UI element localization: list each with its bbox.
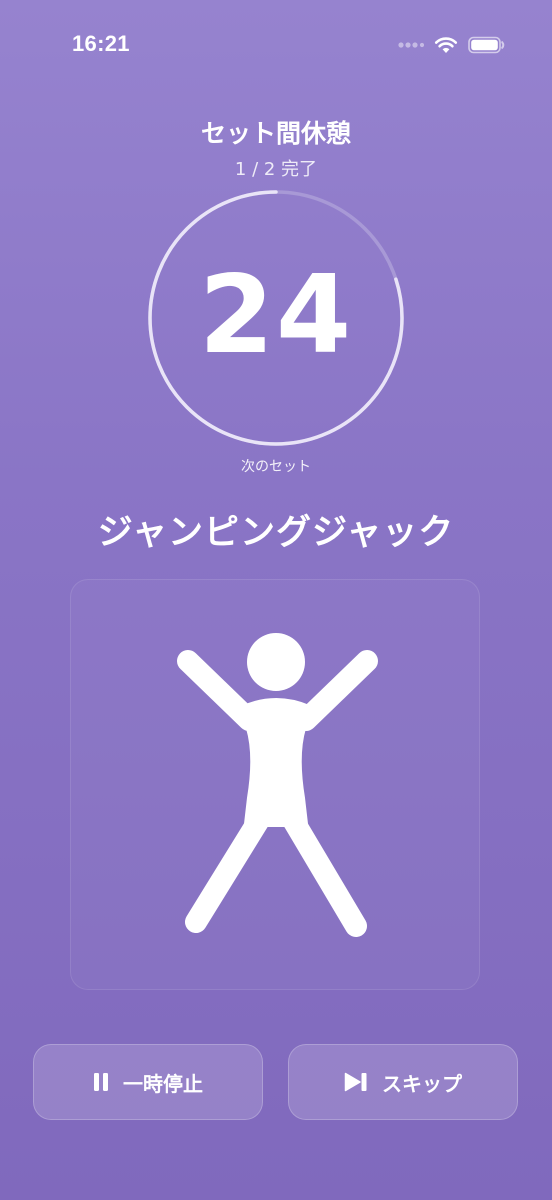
pause-icon: [93, 1072, 109, 1092]
status-icons: [398, 34, 506, 56]
skip-button[interactable]: スキップ: [288, 1044, 518, 1120]
wifi-icon: [434, 37, 458, 53]
exercise-illustration-card: [70, 579, 480, 990]
next-set-label: 次のセット: [241, 459, 311, 475]
jumping-jack-figure-icon: [177, 633, 378, 937]
skip-button-label: スキップ: [382, 1071, 462, 1096]
countdown-number: 24: [198, 252, 354, 378]
skip-forward-icon: [344, 1072, 368, 1092]
next-exercise-name: ジャンピングジャック: [97, 513, 455, 553]
pause-button-label: 一時停止: [123, 1071, 203, 1096]
pause-button[interactable]: 一時停止: [33, 1044, 263, 1120]
status-time: 16:21: [72, 31, 130, 56]
rest-title: セット間休憩: [200, 119, 351, 148]
sets-progress-text: 1 / 2 完了: [234, 159, 318, 180]
signal-icon: [398, 42, 424, 48]
status-bar: 16:21: [0, 0, 552, 90]
battery-icon: [468, 36, 505, 54]
